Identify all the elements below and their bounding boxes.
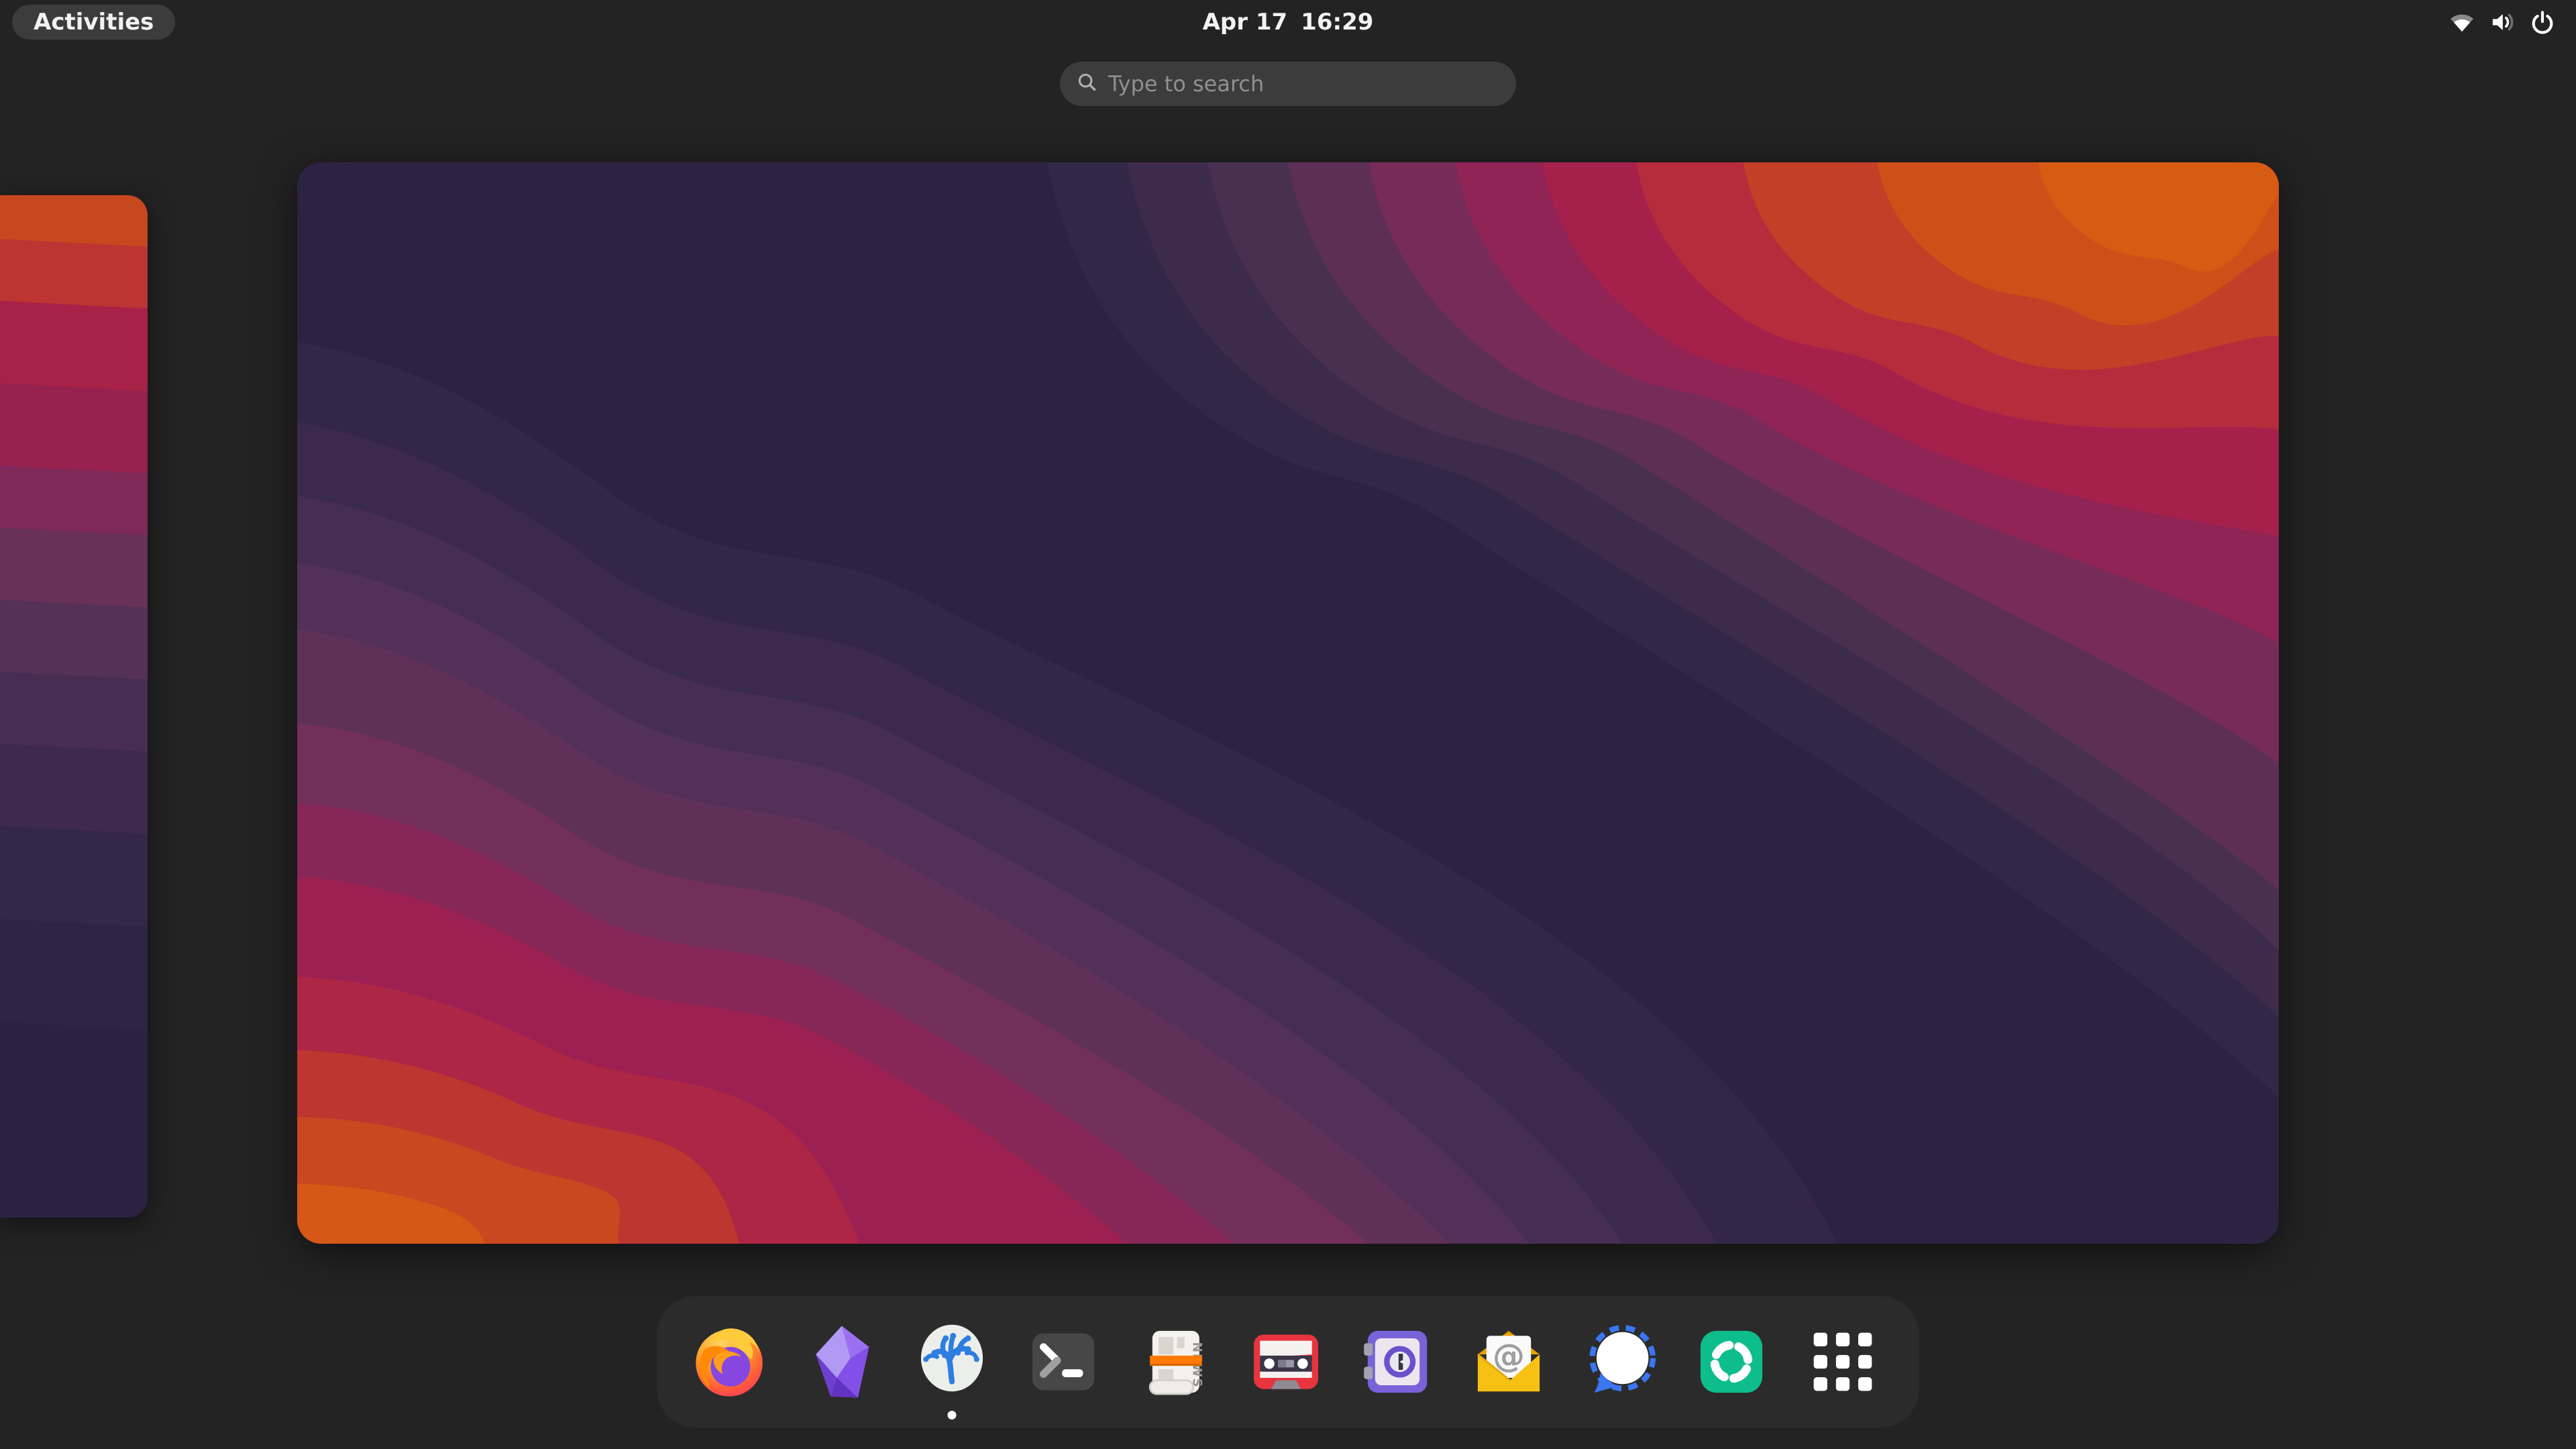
power-icon (2529, 9, 2556, 36)
activities-label: Activities (34, 9, 154, 36)
wallpaper-image (297, 162, 2279, 1244)
running-indicator (948, 1411, 957, 1419)
element-icon (1692, 1322, 1771, 1401)
terminal-icon (1024, 1322, 1103, 1401)
dock-app-signal[interactable] (1573, 1303, 1667, 1421)
dock-app-element[interactable] (1684, 1303, 1778, 1421)
clock-time: 16:29 (1301, 9, 1373, 36)
obsidian-crystal-icon (801, 1322, 880, 1401)
firefox-icon (690, 1322, 769, 1401)
volume-icon (2489, 9, 2516, 36)
dock: NEWS (657, 1296, 1919, 1428)
wifi-icon (2449, 9, 2475, 36)
workspace-preview-current[interactable] (297, 162, 2279, 1244)
clock-button[interactable]: Apr 17 16:29 (1203, 0, 1374, 44)
dock-app-firefox[interactable] (682, 1303, 776, 1421)
top-bar: Activities Apr 17 16:29 (0, 0, 2576, 44)
activities-button[interactable]: Activities (12, 5, 175, 40)
cassette-icon (1246, 1322, 1326, 1401)
workspace-preview-adjacent[interactable] (0, 195, 148, 1218)
dock-app-list: NEWS (682, 1296, 1894, 1428)
dock-app-cassette[interactable] (1239, 1303, 1333, 1421)
dock-app-news[interactable]: NEWS (1128, 1303, 1222, 1421)
coral-app-icon (912, 1322, 991, 1401)
dock-app-email[interactable]: @ (1462, 1303, 1556, 1421)
dock-app-password-safe[interactable] (1350, 1303, 1444, 1421)
app-grid-icon (1803, 1322, 1882, 1401)
search-input[interactable]: Type to search (1060, 62, 1516, 106)
search-placeholder: Type to search (1108, 71, 1264, 97)
signal-icon (1580, 1322, 1660, 1401)
app-grid-button[interactable] (1796, 1303, 1890, 1421)
email-icon: @ (1469, 1322, 1548, 1401)
newspaper-icon: NEWS (1135, 1322, 1214, 1401)
clock-date: Apr 17 (1203, 9, 1288, 36)
dock-app-obsidian[interactable] (794, 1303, 888, 1421)
system-status-area[interactable] (2440, 0, 2564, 44)
search-icon (1076, 71, 1099, 97)
dock-app-terminal[interactable] (1016, 1303, 1110, 1421)
dock-app-coral[interactable] (905, 1303, 999, 1421)
safe-icon (1358, 1322, 1437, 1401)
